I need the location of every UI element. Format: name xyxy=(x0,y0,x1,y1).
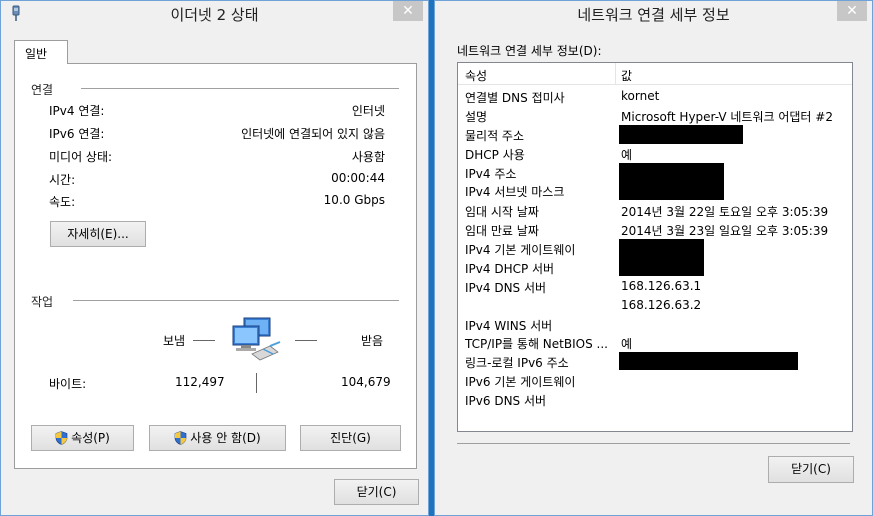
row-property: 물리적 주소 xyxy=(465,129,525,143)
row-property: 임대 시작 날짜 xyxy=(465,205,539,219)
close-button[interactable]: 닫기(C) xyxy=(768,456,854,483)
media-state-label: 미디어 상태: xyxy=(49,150,113,164)
ipv4-connectivity-label: IPv4 연결: xyxy=(49,104,105,118)
row-property: IPv4 DNS 서버 xyxy=(465,281,547,295)
title-bar[interactable]: 이더넷 2 상태 ✕ xyxy=(1,1,428,29)
connection-group-title: 연결 xyxy=(31,81,60,98)
redacted-ipv4-address-and-mask xyxy=(619,163,724,200)
close-icon[interactable]: ✕ xyxy=(393,1,423,21)
list-item[interactable]: IPv4 DNS 서버 168.126.63.1 xyxy=(458,277,852,296)
row-value: Microsoft Hyper-V 네트워크 어댑터 #2 xyxy=(621,110,833,124)
ethernet-status-window: 이더넷 2 상태 ✕ 일반 연결 IPv4 연결: 인터넷 IPv6 연결: 인… xyxy=(0,0,429,516)
row-property: 연결별 DNS 접미사 xyxy=(465,91,565,105)
row-value: kornet xyxy=(621,89,660,103)
row-property: 링크-로컬 IPv6 주소 xyxy=(465,356,569,370)
disable-button-label: 사용 안 함(D) xyxy=(190,431,261,445)
row-property: TCP/IP를 통해 NetBIOS ... xyxy=(465,337,608,351)
redacted-link-local-ipv6 xyxy=(619,352,798,370)
footer-separator xyxy=(457,443,850,444)
list-item[interactable]: IPv6 기본 게이트웨이 xyxy=(458,371,852,390)
duration-label: 시간: xyxy=(49,173,76,187)
uac-shield-icon xyxy=(174,431,187,445)
close-icon[interactable]: ✕ xyxy=(837,1,867,21)
uac-shield-icon xyxy=(55,431,68,445)
network-connection-details-window: 네트워크 연결 세부 정보 ✕ 네트워크 연결 세부 정보(D): 속성 값 연… xyxy=(434,0,873,516)
row-property: IPv4 주소 xyxy=(465,167,517,181)
window-title: 이더넷 2 상태 xyxy=(170,6,259,24)
bytes-sent-value: 112,497 xyxy=(175,375,225,389)
received-dash xyxy=(295,340,317,341)
speed-label: 속도: xyxy=(49,195,76,209)
row-property: 임대 만료 날짜 xyxy=(465,224,539,238)
ipv4-connectivity-value: 인터넷 xyxy=(351,104,385,118)
row-property: 설명 xyxy=(465,110,488,124)
activity-divider xyxy=(256,373,257,393)
activity-group-line xyxy=(73,300,399,301)
list-header: 속성 값 xyxy=(458,63,852,85)
list-item[interactable]: IPv4 WINS 서버 xyxy=(458,315,852,334)
list-item[interactable]: 168.126.63.2 xyxy=(458,296,852,315)
diagnose-button[interactable]: 진단(G) xyxy=(300,425,401,451)
row-value: 168.126.63.2 xyxy=(621,298,702,312)
row-value: 예 xyxy=(621,337,633,351)
ipv6-connectivity-value: 인터넷에 연결되어 있지 않음 xyxy=(241,127,385,141)
details-list[interactable]: 속성 값 연결별 DNS 접미사 kornet 설명 Microsoft Hyp… xyxy=(457,62,853,432)
list-item[interactable]: 임대 시작 날짜 2014년 3월 22일 토요일 오후 3:05:39 xyxy=(458,201,852,220)
tab-general[interactable]: 일반 xyxy=(14,40,68,64)
window-title: 네트워크 연결 세부 정보 xyxy=(577,6,730,24)
connection-group-line xyxy=(81,88,399,89)
row-property: IPv6 기본 게이트웨이 xyxy=(465,375,576,389)
column-header-value[interactable]: 값 xyxy=(621,67,632,84)
details-list-label: 네트워크 연결 세부 정보(D): xyxy=(457,44,602,58)
properties-button[interactable]: 속성(P) xyxy=(31,425,134,451)
row-value: 2014년 3월 23일 일요일 오후 3:05:39 xyxy=(621,224,829,238)
ipv6-connectivity-label: IPv6 연결: xyxy=(49,127,105,141)
close-button[interactable]: 닫기(C) xyxy=(334,479,419,505)
row-property: IPv4 DHCP 서버 xyxy=(465,262,555,276)
activity-group-title: 작업 xyxy=(31,293,60,310)
list-item[interactable]: TCP/IP를 통해 NetBIOS ... 예 xyxy=(458,333,852,352)
list-item[interactable]: DHCP 사용 예 xyxy=(458,144,852,163)
sent-dash xyxy=(193,340,215,341)
received-label: 받음 xyxy=(361,334,384,348)
column-separator[interactable] xyxy=(615,63,616,85)
row-property: IPv4 WINS 서버 xyxy=(465,319,553,333)
network-computers-icon xyxy=(232,317,281,361)
row-value: 2014년 3월 22일 토요일 오후 3:05:39 xyxy=(621,205,829,219)
row-property: IPv4 기본 게이트웨이 xyxy=(465,243,576,257)
list-item[interactable]: 설명 Microsoft Hyper-V 네트워크 어댑터 #2 xyxy=(458,106,852,125)
disable-button[interactable]: 사용 안 함(D) xyxy=(149,425,286,451)
bytes-label: 바이트: xyxy=(49,377,87,391)
row-value: 예 xyxy=(621,148,633,162)
duration-value: 00:00:44 xyxy=(331,171,385,185)
row-value: 168.126.63.1 xyxy=(621,279,702,293)
column-header-property[interactable]: 속성 xyxy=(465,67,487,84)
redacted-physical-address xyxy=(619,125,743,144)
row-property: IPv4 서브넷 마스크 xyxy=(465,185,565,199)
properties-button-label: 속성(P) xyxy=(71,431,110,445)
general-tab-panel: 연결 IPv4 연결: 인터넷 IPv6 연결: 인터넷에 연결되어 있지 않음… xyxy=(14,63,417,469)
row-property: DHCP 사용 xyxy=(465,148,525,162)
redacted-gateway-and-dhcp-server xyxy=(619,239,704,276)
row-property: IPv6 DNS 서버 xyxy=(465,394,547,408)
speed-value: 10.0 Gbps xyxy=(323,193,385,207)
sent-label: 보냄 xyxy=(163,334,186,348)
list-item[interactable]: 임대 만료 날짜 2014년 3월 23일 일요일 오후 3:05:39 xyxy=(458,220,852,239)
media-state-value: 사용함 xyxy=(351,150,385,164)
title-bar[interactable]: 네트워크 연결 세부 정보 ✕ xyxy=(435,1,872,29)
list-item[interactable]: 연결별 DNS 접미사 kornet xyxy=(458,87,852,106)
list-item[interactable]: IPv6 DNS 서버 xyxy=(458,390,852,409)
details-button[interactable]: 자세히(E)... xyxy=(50,221,146,247)
bytes-received-value: 104,679 xyxy=(341,375,391,389)
